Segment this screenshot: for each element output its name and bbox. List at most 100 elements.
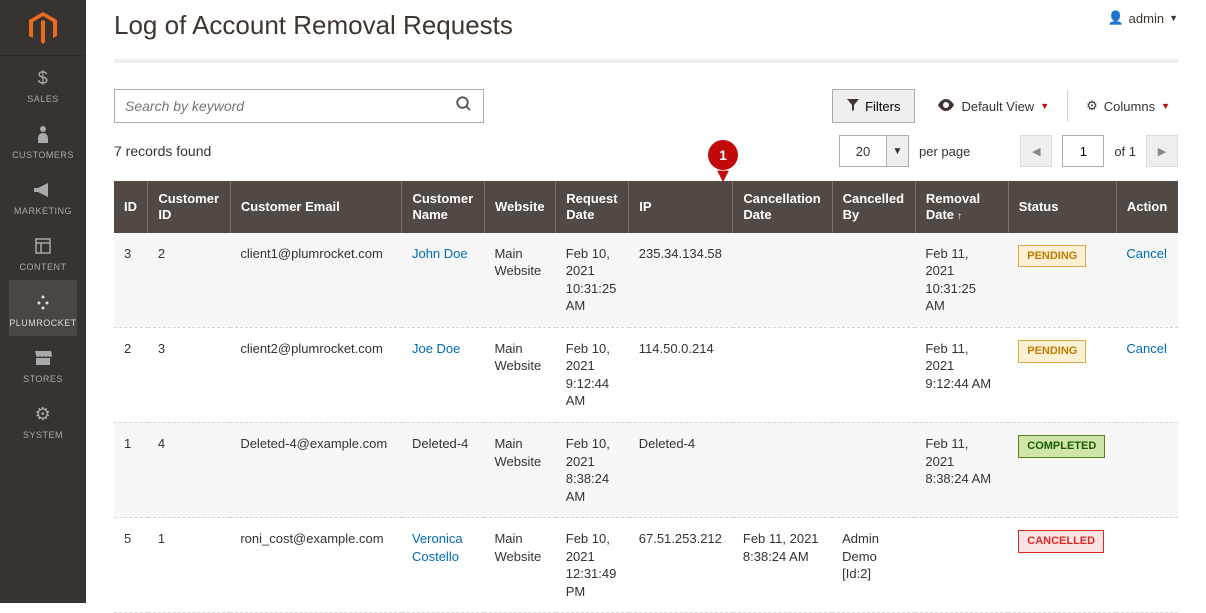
cell: Main Website bbox=[484, 422, 555, 517]
cell: Feb 10, 2021 12:31:49 PM bbox=[556, 518, 629, 613]
sidebar-item-sales[interactable]: $SALES bbox=[9, 56, 77, 112]
cell: Feb 10, 2021 9:12:44 AM bbox=[556, 327, 629, 422]
search-box[interactable] bbox=[114, 89, 484, 123]
customer-name-link[interactable]: John Doe bbox=[412, 246, 468, 261]
col-header[interactable]: IP bbox=[629, 181, 733, 233]
cell: COMPLETED bbox=[1008, 422, 1116, 517]
status-badge: CANCELLED bbox=[1018, 530, 1104, 553]
cell: Veronica Costello bbox=[402, 518, 484, 613]
prev-page-button[interactable]: ◀ bbox=[1020, 135, 1052, 167]
table-row: 32client1@plumrocket.com John Doe Main Web… bbox=[114, 233, 1178, 328]
table-row: 14Deleted-4@example.comDeleted-4Main Web… bbox=[114, 422, 1178, 517]
cancel-action-link[interactable]: Cancel bbox=[1126, 246, 1166, 261]
sidebar: $SALESCUSTOMERSMARKETINGCONTENTPLUMROCKE… bbox=[0, 0, 86, 603]
status-badge: COMPLETED bbox=[1018, 435, 1105, 458]
admin-user-menu[interactable]: 👤 admin ▼ bbox=[1107, 10, 1178, 26]
eye-icon bbox=[937, 99, 955, 114]
col-header[interactable]: Request Date bbox=[556, 181, 629, 233]
cell: 3 bbox=[114, 233, 148, 328]
cell bbox=[733, 233, 832, 328]
sidebar-item-content[interactable]: CONTENT bbox=[9, 224, 77, 280]
funnel-icon bbox=[847, 99, 859, 114]
user-icon: 👤 bbox=[1107, 10, 1123, 26]
col-header[interactable]: ID bbox=[114, 181, 148, 233]
chevron-down-icon: ▼ bbox=[1169, 13, 1178, 23]
cell: Feb 11, 2021 8:38:24 AM bbox=[733, 518, 832, 613]
cell bbox=[832, 327, 915, 422]
cell: Joe Doe bbox=[402, 327, 484, 422]
default-view-button[interactable]: Default View ▼ bbox=[929, 99, 1057, 114]
magento-logo[interactable] bbox=[0, 0, 86, 56]
cell bbox=[832, 422, 915, 517]
chevron-down-icon[interactable]: ▼ bbox=[886, 136, 908, 166]
layout-icon bbox=[9, 234, 77, 258]
cell: roni_cost@example.com bbox=[230, 518, 402, 613]
table-row: 23client2@plumrocket.comJoe DoeMain Webs… bbox=[114, 327, 1178, 422]
cell: Cancel bbox=[1116, 233, 1178, 328]
cell: Feb 11, 2021 10:31:25 AM bbox=[915, 233, 1008, 328]
cell: 2 bbox=[148, 233, 230, 328]
sidebar-item-plumrocket[interactable]: PLUMROCKET bbox=[9, 280, 77, 336]
notification-bar bbox=[114, 59, 1178, 63]
cell: 1 bbox=[148, 518, 230, 613]
col-header[interactable]: Status bbox=[1008, 181, 1116, 233]
col-header[interactable]: Website bbox=[484, 181, 555, 233]
sidebar-item-stores[interactable]: STORES bbox=[9, 336, 77, 392]
gear-icon: ⚙ bbox=[1086, 98, 1098, 114]
sort-arrow-icon: ↑ bbox=[957, 211, 962, 222]
next-page-button[interactable]: ▶ bbox=[1146, 135, 1178, 167]
divider bbox=[1067, 91, 1068, 121]
cell: 3 bbox=[148, 327, 230, 422]
cell: Feb 10, 2021 8:38:24 AM bbox=[556, 422, 629, 517]
search-input[interactable] bbox=[125, 98, 455, 114]
dots-icon bbox=[9, 290, 77, 314]
cell: John Doe bbox=[402, 233, 484, 328]
col-header[interactable]: Customer ID bbox=[148, 181, 230, 233]
status-badge: PENDING bbox=[1018, 340, 1086, 363]
cell: CANCELLED bbox=[1008, 518, 1116, 613]
sidebar-item-customers[interactable]: CUSTOMERS bbox=[9, 112, 77, 168]
status-badge: PENDING bbox=[1018, 245, 1086, 268]
$-icon: $ bbox=[9, 66, 77, 90]
cell: 5 bbox=[114, 518, 148, 613]
table-row: 51roni_cost@example.com Veronica Costello… bbox=[114, 518, 1178, 613]
cell: Cancel bbox=[1116, 327, 1178, 422]
cell: Admin Demo [Id:2] bbox=[832, 518, 915, 613]
cell: 4 bbox=[148, 422, 230, 517]
filters-button[interactable]: Filters bbox=[832, 89, 915, 123]
store-icon bbox=[9, 346, 77, 370]
cell: 235.34.134.58 bbox=[629, 233, 733, 328]
chevron-down-icon: ▼ bbox=[1040, 101, 1049, 111]
col-header[interactable]: Customer Email bbox=[230, 181, 402, 233]
customer-name-link[interactable]: Joe Doe bbox=[412, 341, 460, 356]
col-header[interactable]: Cancelled By bbox=[832, 181, 915, 233]
search-icon[interactable] bbox=[455, 95, 473, 118]
cell bbox=[733, 327, 832, 422]
cell bbox=[915, 518, 1008, 613]
main-content: Log of Account Removal Requests 👤 admin … bbox=[86, 0, 1206, 603]
col-header[interactable]: Action bbox=[1116, 181, 1178, 233]
cell: Deleted-4 bbox=[402, 422, 484, 517]
chevron-down-icon: ▼ bbox=[1161, 101, 1170, 111]
columns-button[interactable]: ⚙ Columns ▼ bbox=[1078, 98, 1178, 114]
cell: Deleted-4@example.com bbox=[230, 422, 402, 517]
person-icon bbox=[9, 122, 77, 146]
cell: client2@plumrocket.com bbox=[230, 327, 402, 422]
cell: Deleted-4 bbox=[629, 422, 733, 517]
cell: client1@plumrocket.com bbox=[230, 233, 402, 328]
page-input[interactable] bbox=[1062, 135, 1104, 167]
cell: 1 bbox=[114, 422, 148, 517]
sidebar-item-marketing[interactable]: MARKETING bbox=[9, 168, 77, 224]
col-header[interactable]: Removal Date↑ bbox=[915, 181, 1008, 233]
customer-name-link[interactable]: Veronica Costello bbox=[412, 531, 463, 564]
page-title: Log of Account Removal Requests bbox=[114, 10, 513, 41]
cell bbox=[733, 422, 832, 517]
page-size-select[interactable]: 20 ▼ bbox=[839, 135, 909, 167]
sidebar-item-system[interactable]: ⚙SYSTEM bbox=[9, 392, 77, 448]
col-header[interactable]: Cancellation Date bbox=[733, 181, 832, 233]
cell: 67.51.253.212 bbox=[629, 518, 733, 613]
col-header[interactable]: Customer Name bbox=[402, 181, 484, 233]
cell bbox=[1116, 422, 1178, 517]
cell: Main Website bbox=[484, 233, 555, 328]
cancel-action-link[interactable]: Cancel bbox=[1126, 341, 1166, 356]
